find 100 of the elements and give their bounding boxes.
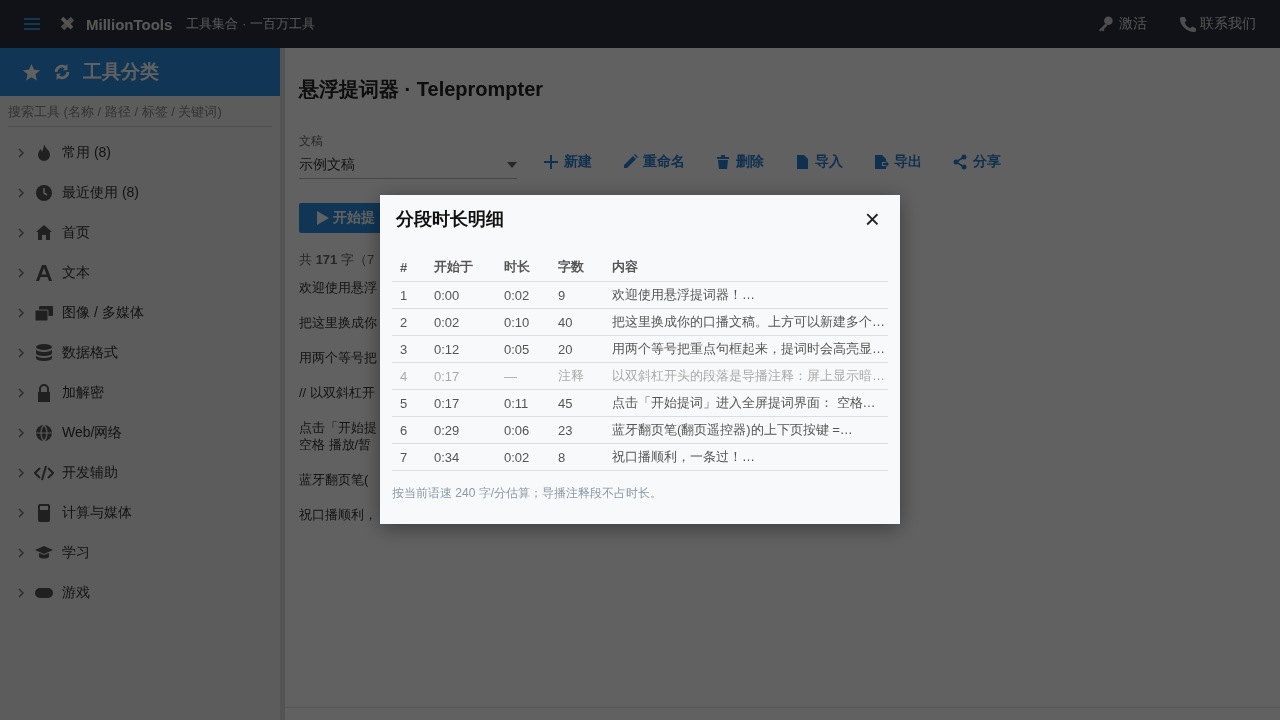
- table-cell: 6: [392, 416, 426, 444]
- chevron-right-icon: [16, 348, 26, 358]
- table-cell: 0:05: [496, 335, 550, 363]
- chevron-right-icon: [16, 188, 26, 198]
- chevron-right-icon: [16, 588, 26, 598]
- clock-icon: [34, 183, 54, 203]
- table-cell: 0:29: [426, 416, 496, 444]
- table-cell: 7: [392, 443, 426, 471]
- table-cell: 0:00: [426, 281, 496, 309]
- chevron-right-icon: [16, 228, 26, 238]
- header-link[interactable]: 联系我们: [1179, 15, 1256, 33]
- script-paragraph: 祝口播顺利，: [299, 506, 377, 523]
- column-header: 开始于: [426, 253, 496, 282]
- table-cell: 0:06: [496, 416, 550, 444]
- chevron-right-icon: [16, 388, 26, 398]
- table-cell: 20: [550, 335, 604, 363]
- sidebar-item[interactable]: 文本: [0, 253, 280, 293]
- menu-icon[interactable]: [24, 17, 40, 31]
- footnote: 按当前语速 240 字/分估算；导播注释段不占时长。: [392, 485, 664, 502]
- script-paragraph: 用两个等号把: [299, 349, 377, 366]
- table-cell: 40: [550, 308, 604, 336]
- chevron-right-icon: [16, 508, 26, 518]
- table-cell: 0:17: [426, 362, 496, 390]
- caret-down-icon: [507, 162, 517, 168]
- table-cell: 0:02: [426, 308, 496, 336]
- table-cell: 45: [550, 389, 604, 417]
- table-cell: 注释: [550, 362, 604, 390]
- table-cell: 0:12: [426, 335, 496, 363]
- file-export-icon: [873, 154, 889, 170]
- script-dropdown[interactable]: 示例文稿: [299, 150, 517, 179]
- images-icon: [34, 303, 54, 323]
- table-cell: 5: [392, 389, 426, 417]
- header-link[interactable]: 激活: [1098, 15, 1147, 33]
- letter-icon: [34, 263, 54, 283]
- sidebar-title: 工具分类: [83, 60, 159, 84]
- close-button[interactable]: ×: [860, 207, 884, 231]
- chevron-right-icon: [16, 468, 26, 478]
- sidebar-item[interactable]: 常用 (8): [0, 133, 280, 173]
- word-count-summary: 共 171 字（7: [299, 251, 375, 269]
- chevron-right-icon: [16, 428, 26, 438]
- sidebar-item[interactable]: 最近使用 (8): [0, 173, 280, 213]
- file-import-icon: [794, 154, 810, 170]
- script-paragraph: 蓝牙翻页笔(: [299, 471, 369, 488]
- toolbar-button[interactable]: 分享: [952, 153, 1001, 171]
- table-cell: 0:17: [426, 389, 496, 417]
- toolbar-button[interactable]: 新建: [543, 153, 592, 171]
- table-cell: 3: [392, 335, 426, 363]
- table-cell: 0:10: [496, 308, 550, 336]
- sidebar-item[interactable]: 游戏: [0, 573, 280, 613]
- table-cell: 0:02: [496, 443, 550, 471]
- table-cell: 点击「开始提词」进入全屏提词界面： 空格…: [604, 389, 888, 417]
- sidebar-item[interactable]: 计算与媒体: [0, 493, 280, 533]
- play-icon: [317, 211, 329, 225]
- chevron-right-icon: [16, 148, 26, 158]
- table-cell: 0:34: [426, 443, 496, 471]
- refresh-icon: [53, 63, 71, 81]
- column-header: #: [392, 253, 426, 282]
- sidebar-item[interactable]: 加解密: [0, 373, 280, 413]
- share-icon: [952, 154, 968, 170]
- column-header: 内容: [604, 253, 888, 282]
- plus-icon: [543, 154, 559, 170]
- key-icon: [1098, 15, 1115, 33]
- table-cell: 0:02: [496, 281, 550, 309]
- toolbar-button[interactable]: 重命名: [622, 153, 685, 171]
- phone-icon: [1179, 15, 1196, 33]
- table-cell: 以双斜杠开头的段落是导播注释：屏上显示暗…: [604, 362, 888, 390]
- script-paragraph: 把这里换成你: [299, 314, 377, 331]
- sidebar-item[interactable]: 学习: [0, 533, 280, 573]
- star-icon: [22, 62, 41, 82]
- table-cell: 4: [392, 362, 426, 390]
- sidebar-item[interactable]: 首页: [0, 213, 280, 253]
- table-cell: —: [496, 362, 550, 390]
- script-paragraph: 点击「开始提 空格 播放/暂: [299, 419, 377, 453]
- pencil-icon: [622, 154, 638, 170]
- sidebar-item[interactable]: Web/网络: [0, 413, 280, 453]
- tools-logo-icon: [58, 15, 76, 33]
- toolbar-button[interactable]: 导入: [794, 153, 843, 171]
- table-cell: 欢迎使用悬浮提词器！…: [604, 281, 888, 309]
- chevron-right-icon: [16, 308, 26, 318]
- table-cell: 8: [550, 443, 604, 471]
- toolbar-button[interactable]: 删除: [715, 153, 764, 171]
- code-icon: [34, 463, 54, 483]
- script-paragraph: 欢迎使用悬浮: [299, 279, 377, 296]
- table-cell: 23: [550, 416, 604, 444]
- table-cell: 0:11: [496, 389, 550, 417]
- column-header: 字数: [550, 253, 604, 282]
- sidebar-item[interactable]: 图像 / 多媒体: [0, 293, 280, 333]
- table-cell: 用两个等号把重点句框起来，提词时会高亮显…: [604, 335, 888, 363]
- brand-name: MillionTools: [86, 15, 173, 33]
- toolbar-button[interactable]: 导出: [873, 153, 922, 171]
- table-cell: 9: [550, 281, 604, 309]
- sidebar-item[interactable]: 开发辅助: [0, 453, 280, 493]
- sidebar-item[interactable]: 数据格式: [0, 333, 280, 373]
- database-icon: [34, 343, 54, 363]
- table-cell: 把这里换成你的口播文稿。上方可以新建多个…: [604, 308, 888, 336]
- script-paragraph: // 以双斜杠开: [299, 384, 375, 401]
- trash-icon: [715, 154, 731, 170]
- page-title: 悬浮提词器 · Teleprompter: [299, 77, 545, 102]
- home-icon: [34, 223, 54, 243]
- chevron-right-icon: [16, 268, 26, 278]
